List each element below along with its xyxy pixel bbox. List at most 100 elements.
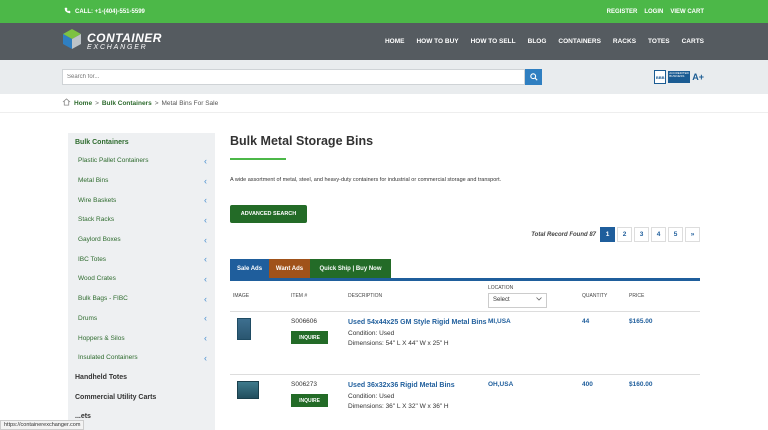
sidebar-item-gaylord-boxes[interactable]: Gaylord Boxes ‹ (68, 230, 215, 250)
phone-number[interactable]: CALL: +1-(404)-551-5599 (75, 9, 145, 15)
search-button[interactable] (525, 69, 542, 85)
view-cart-link[interactable]: VIEW CART (670, 9, 704, 15)
main-navbar: CONTAINER EXCHANGER HOME HOW TO BUY HOW … (0, 23, 768, 60)
sidebar-item-label: Bulk Bags - FIBC (78, 295, 128, 303)
sidebar-item-plastic-pallet-containers[interactable]: Plastic Pallet Containers ‹ (68, 151, 215, 171)
sidebar-item-label: Wood Crates (78, 275, 116, 283)
item-number: S006606 (291, 318, 318, 325)
nav-how-to-sell[interactable]: HOW TO SELL (471, 38, 516, 45)
breadcrumb-separator: > (95, 99, 99, 107)
product-image[interactable] (237, 318, 251, 340)
chevron-left-icon: ‹ (204, 333, 207, 344)
browser-status-url: https://containerexchanger.com (0, 420, 85, 430)
sidebar-item-bulk-bags[interactable]: Bulk Bags - FIBC ‹ (68, 289, 215, 309)
inquire-button[interactable]: INQUIRE (291, 331, 328, 344)
listing-title[interactable]: Used 36x32x36 Rigid Metal Bins (348, 381, 488, 390)
table-header: IMAGE ITEM # DESCRIPTION LOCATION Select… (230, 281, 700, 312)
listing-quantity: 44 (582, 318, 590, 325)
location-select-value: Select (493, 297, 510, 303)
listing-dimensions: Dimensions: 54" L X 44" W x 25" H (348, 340, 449, 348)
search-bar: BBB ACCREDITED BUSINESS A+ (0, 60, 768, 94)
location-select[interactable]: Select (488, 292, 547, 308)
page-1[interactable]: 1 (600, 227, 615, 242)
total-records: Total Record Found 87 (531, 231, 596, 238)
breadcrumb-home[interactable]: Home (74, 100, 92, 107)
listing-condition: Condition: Used (348, 330, 395, 338)
sidebar-item-insulated-containers[interactable]: Insulated Containers ‹ (68, 348, 215, 368)
bbb-grade: A+ (692, 72, 704, 82)
sidebar-item-label: IBC Totes (78, 255, 107, 263)
sidebar-section-partial[interactable]: ...ets (68, 407, 215, 427)
nav-racks[interactable]: RACKS (613, 38, 636, 45)
sidebar-item-ibc-totes[interactable]: IBC Totes ‹ (68, 249, 215, 269)
phone-icon (64, 7, 71, 16)
bbb-logo: BBB (654, 70, 667, 84)
breadcrumb: Home > Bulk Containers > Metal Bins For … (0, 94, 768, 113)
nav-blog[interactable]: BLOG (528, 38, 547, 45)
nav-home[interactable]: HOME (385, 38, 405, 45)
inquire-button[interactable]: INQUIRE (291, 394, 328, 407)
logo-line-1: CONTAINER (87, 31, 162, 45)
nav-totes[interactable]: TOTES (648, 38, 670, 45)
next-page[interactable]: » (685, 227, 700, 242)
site-logo[interactable]: CONTAINER EXCHANGER (60, 27, 162, 56)
content-area: Bulk Containers Plastic Pallet Container… (0, 133, 768, 430)
home-icon (62, 98, 71, 108)
nav-containers[interactable]: CONTAINERS (558, 38, 601, 45)
nav-how-to-buy[interactable]: HOW TO BUY (416, 38, 458, 45)
page-5[interactable]: 5 (668, 227, 683, 242)
sidebar-item-wood-crates[interactable]: Wood Crates ‹ (68, 269, 215, 289)
listing-location: OH,USA (488, 381, 514, 388)
listing-quantity: 400 (582, 381, 593, 388)
sidebar-item-label: Wire Baskets (78, 196, 117, 204)
listing-price: $160.00 (629, 381, 653, 388)
page-4[interactable]: 4 (651, 227, 666, 242)
sidebar-item-hoppers-silos[interactable]: Hoppers & Silos ‹ (68, 328, 215, 348)
sidebar-item-label: Metal Bins (78, 177, 109, 185)
bbb-accredited-label: ACCREDITED BUSINESS (668, 71, 691, 83)
chevron-left-icon: ‹ (204, 352, 207, 363)
sidebar-item-metal-bins[interactable]: Metal Bins ‹ (68, 171, 215, 191)
header-quantity: QUANTITY (582, 293, 608, 299)
sidebar-item-label: Drums (78, 314, 98, 322)
sidebar-item-drums[interactable]: Drums ‹ (68, 309, 215, 329)
tab-quick-ship[interactable]: Quick Ship | Buy Now (310, 259, 391, 278)
listing-location: MI,USA (488, 318, 511, 325)
breadcrumb-bulk-containers[interactable]: Bulk Containers (102, 100, 152, 107)
main-content: Bulk Metal Storage Bins A wide assortmen… (230, 133, 700, 430)
search-icon (529, 68, 538, 86)
nav-carts[interactable]: CARTS (682, 38, 704, 45)
login-link[interactable]: LOGIN (644, 9, 663, 15)
table-row: S006606 INQUIRE Used 54x44x25 GM Style R… (230, 312, 700, 375)
header-location: LOCATION (488, 284, 514, 291)
listing-title[interactable]: Used 54x44x25 GM Style Rigid Metal Bins (348, 318, 488, 327)
chevron-left-icon: ‹ (204, 313, 207, 324)
sidebar-item-label: Gaylord Boxes (78, 236, 121, 244)
chevron-left-icon: ‹ (204, 195, 207, 206)
advanced-search-button[interactable]: ADVANCED SEARCH (230, 205, 307, 223)
chevron-left-icon: ‹ (204, 214, 207, 225)
top-bar: CALL: +1-(404)-551-5599 REGISTER LOGIN V… (0, 0, 768, 23)
tab-want-ads[interactable]: Want Ads (269, 259, 310, 278)
page-2[interactable]: 2 (617, 227, 632, 242)
breadcrumb-current: Metal Bins For Sale (161, 99, 219, 107)
bbb-badge[interactable]: BBB ACCREDITED BUSINESS A+ (654, 70, 704, 84)
chevron-left-icon: ‹ (204, 175, 207, 186)
page-3[interactable]: 3 (634, 227, 649, 242)
sidebar-item-label: Plastic Pallet Containers (78, 157, 149, 165)
sidebar-section-commercial-utility-carts[interactable]: Commercial Utility Carts (68, 387, 215, 407)
chevron-left-icon: ‹ (204, 293, 207, 304)
listing-dimensions: Dimensions: 36" L X 32" W x 36" H (348, 403, 449, 411)
sidebar-heading[interactable]: Bulk Containers (68, 133, 215, 151)
header-price: PRICE (629, 293, 645, 299)
sidebar-section-handheld-totes[interactable]: Handheld Totes (68, 368, 215, 388)
product-image[interactable] (237, 381, 259, 399)
sidebar-item-wire-baskets[interactable]: Wire Baskets ‹ (68, 190, 215, 210)
tab-sale-ads[interactable]: Sale Ads (230, 259, 269, 278)
sidebar-item-label: Insulated Containers (78, 354, 138, 362)
header-description: DESCRIPTION (348, 293, 383, 299)
title-underline (230, 158, 286, 160)
search-input[interactable] (62, 69, 525, 85)
sidebar-item-stack-racks[interactable]: Stack Racks ‹ (68, 210, 215, 230)
register-link[interactable]: REGISTER (607, 9, 638, 15)
